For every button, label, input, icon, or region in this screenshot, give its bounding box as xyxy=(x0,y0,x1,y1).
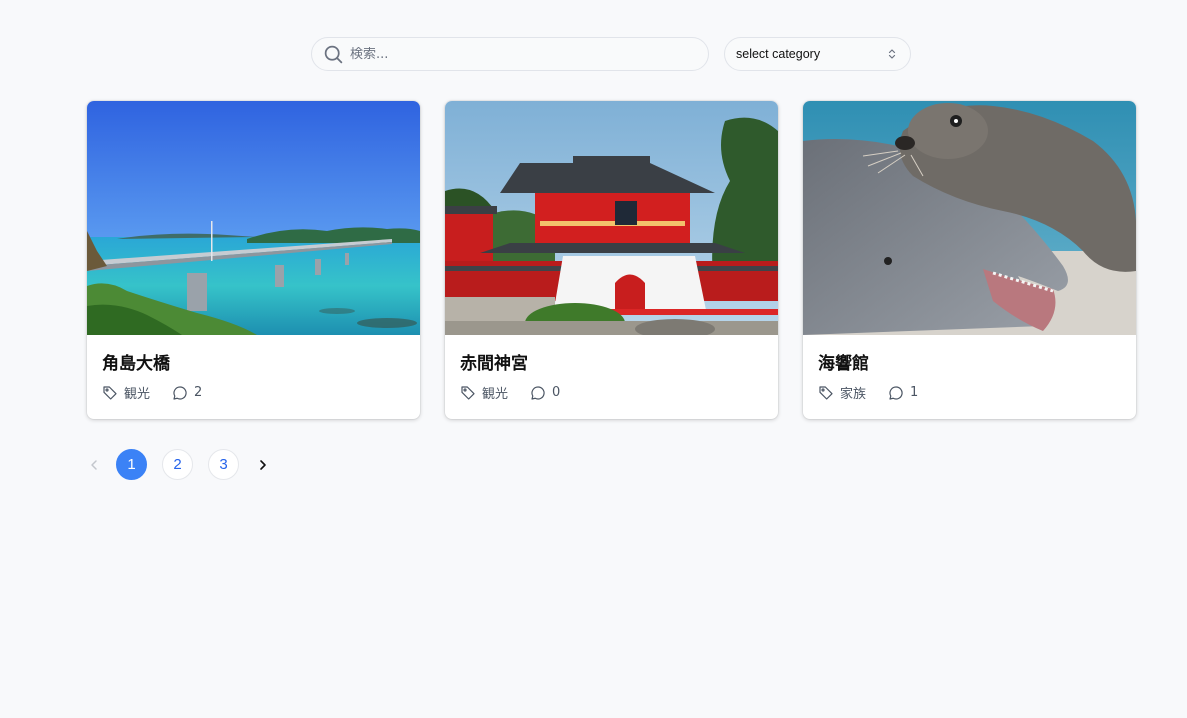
tag-icon xyxy=(461,385,475,400)
card-photo-sea-lion xyxy=(803,101,1136,335)
spot-card[interactable]: 赤間神宮 観光 0 xyxy=(445,101,778,419)
card-category: 家族 xyxy=(840,387,867,402)
comment-count: 2 xyxy=(172,385,202,401)
comment-count: 0 xyxy=(530,385,560,401)
page-button-3[interactable]: 3 xyxy=(208,449,239,480)
card-meta: 観光 0 xyxy=(460,383,763,402)
search-box[interactable] xyxy=(311,37,709,71)
card-title: 赤間神宮 xyxy=(460,354,528,374)
card-photo-shrine xyxy=(445,101,778,335)
chevron-left-icon[interactable] xyxy=(87,458,101,472)
chevron-updown-icon xyxy=(888,49,896,59)
tag-icon xyxy=(103,385,117,400)
comment-count-value: 0 xyxy=(552,385,561,400)
card-category: 観光 xyxy=(482,387,509,402)
card-title: 角島大橋 xyxy=(102,354,170,374)
toolbar: select category xyxy=(311,37,911,71)
page-button-2[interactable]: 2 xyxy=(162,449,193,480)
comment-count-value: 2 xyxy=(194,385,203,400)
comment-icon xyxy=(531,385,545,400)
card-grid: 角島大橋 観光 2 赤間神宮 観光 0 海響館 家族 1 xyxy=(87,101,1136,419)
card-photo-bridge xyxy=(87,101,420,335)
category-select[interactable]: select category xyxy=(724,37,911,71)
comment-count-value: 1 xyxy=(910,385,919,400)
spot-card[interactable]: 海響館 家族 1 xyxy=(803,101,1136,419)
pagination: 1 2 3 xyxy=(87,449,270,480)
card-meta: 家族 1 xyxy=(818,383,1121,402)
spot-card[interactable]: 角島大橋 観光 2 xyxy=(87,101,420,419)
card-category: 観光 xyxy=(124,387,151,402)
chevron-right-icon[interactable] xyxy=(256,458,270,472)
tag-icon xyxy=(819,385,833,400)
comment-icon xyxy=(889,385,903,400)
comment-icon xyxy=(173,385,187,400)
card-title: 海響館 xyxy=(818,354,869,374)
category-select-value: select category xyxy=(736,47,821,61)
search-icon xyxy=(324,45,343,63)
comment-count: 1 xyxy=(888,385,918,401)
search-input[interactable] xyxy=(350,46,690,62)
page-button-1[interactable]: 1 xyxy=(116,449,147,480)
card-meta: 観光 2 xyxy=(102,383,405,402)
